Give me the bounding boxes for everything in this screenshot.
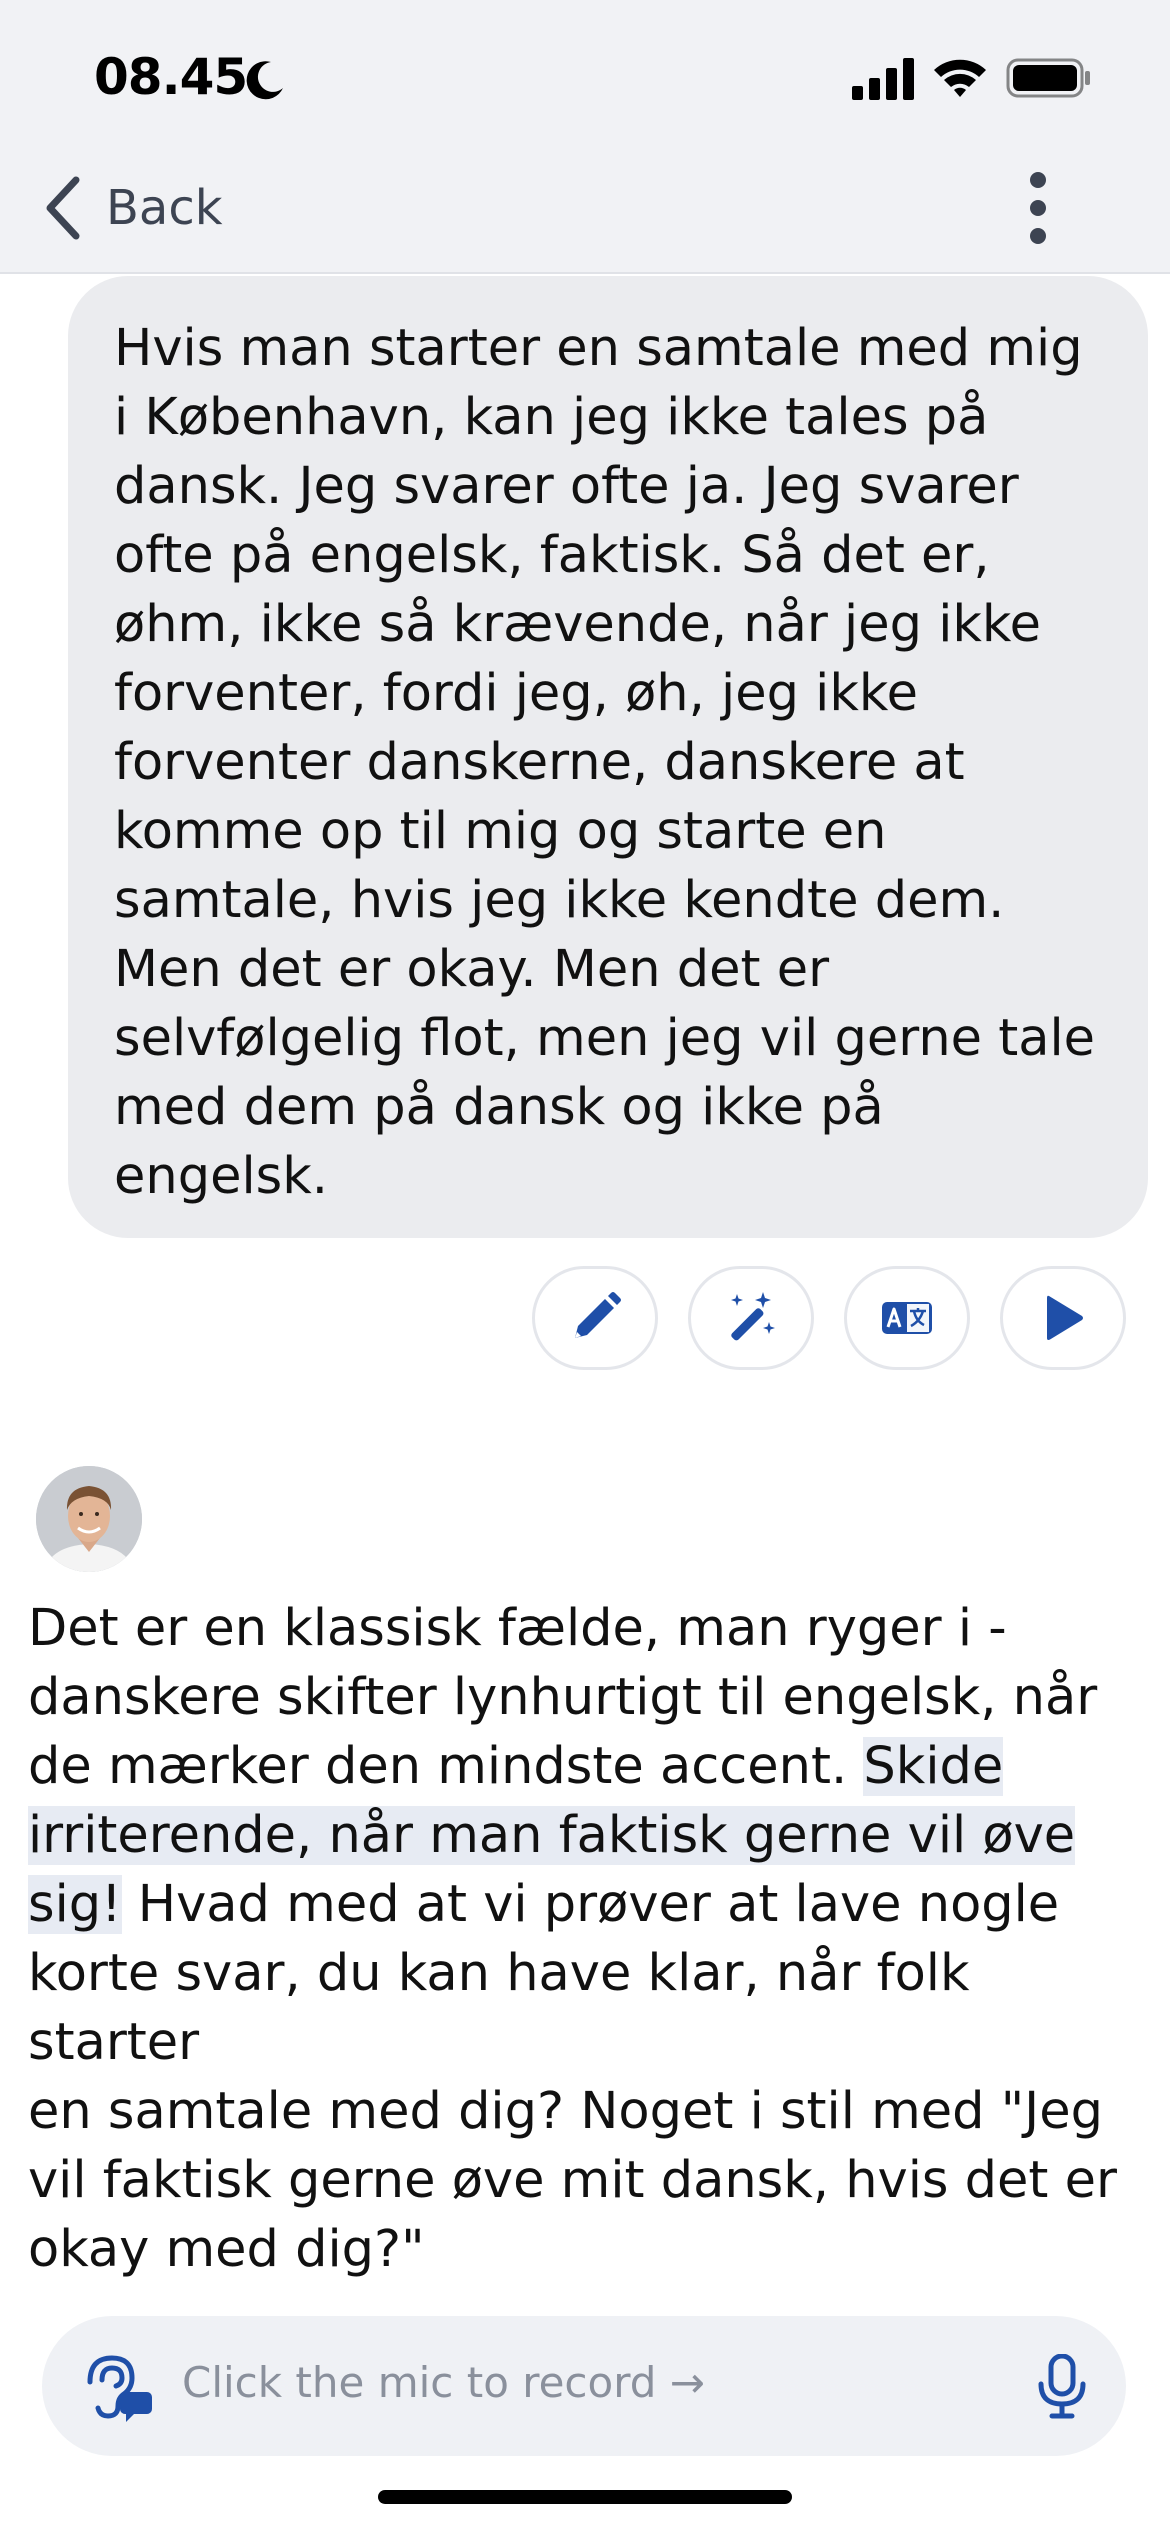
user-message-line: øhm, ikke så krævende, når jeg ikke xyxy=(114,595,1041,654)
translate-button[interactable] xyxy=(844,1266,970,1370)
back-label: Back xyxy=(106,180,223,236)
wifi-icon xyxy=(934,59,986,97)
user-message-line: forventer, fordi jeg, øh, jeg ikke xyxy=(114,664,918,723)
user-message-line: ofte på engelsk, faktisk. Så det er, xyxy=(114,526,990,585)
play-button[interactable] xyxy=(1000,1266,1126,1370)
bot-message-line: danskere skifter lynhurtigt til engelsk,… xyxy=(28,1668,1098,1727)
highlighted-phrase[interactable]: sig! xyxy=(28,1875,122,1934)
user-message-line: komme op til mig og starte en xyxy=(114,802,887,861)
bot-message-text: Det er en klassisk fælde, man ryger i - … xyxy=(28,1594,1142,2284)
edit-button[interactable] xyxy=(532,1266,658,1370)
magic-wand-icon xyxy=(731,1292,775,1341)
bot-message-line: Hvad med at vi prøver at lave nogle xyxy=(121,1875,1060,1934)
moon-icon xyxy=(246,61,283,100)
signal-icon xyxy=(852,58,914,100)
back-button[interactable]: Back xyxy=(40,168,223,248)
user-message-line: forventer danskerne, danskere at xyxy=(114,733,965,792)
pencil-icon xyxy=(575,1292,621,1338)
bot-message-line: korte svar, du kan have klar, når folk s… xyxy=(28,1944,970,2072)
bot-message-line: de mærker den mindste accent. xyxy=(28,1737,864,1796)
play-icon xyxy=(1047,1295,1083,1340)
tutor-avatar xyxy=(36,1466,142,1572)
bot-message-line: okay med dig?" xyxy=(28,2220,425,2279)
microphone-icon[interactable] xyxy=(1032,2354,1092,2420)
record-placeholder: Click the mic to record → xyxy=(182,2358,705,2407)
user-message-line: med dem på dansk og ikke på xyxy=(114,1078,884,1137)
ear-listening-icon xyxy=(87,2355,152,2422)
user-message-bubble: Hvis man starter en samtale med mig i Kø… xyxy=(68,276,1148,1238)
user-message-line: Men det er okay. Men det er xyxy=(114,940,830,999)
record-input-bar[interactable]: Click the mic to record → xyxy=(42,2316,1126,2456)
chevron-left-icon xyxy=(46,176,80,240)
user-message-line: selvfølgelig flot, men jeg vil gerne tal… xyxy=(114,1009,1096,1068)
user-message-line: i København, kan jeg ikke tales på xyxy=(114,388,989,447)
user-message-line: samtale, hvis jeg ikke kendte dem. xyxy=(114,871,1005,930)
user-message-line: dansk. Jeg svarer ofte ja. Jeg svarer xyxy=(114,457,1019,516)
battery-icon xyxy=(1006,58,1090,98)
improve-button[interactable] xyxy=(688,1266,814,1370)
user-message-line: engelsk. xyxy=(114,1147,328,1206)
translate-icon xyxy=(882,1302,932,1334)
bot-message-line: en samtale med dig? Noget i stil med "Je… xyxy=(28,2082,1103,2141)
user-message-text: Hvis man starter en samtale med mig i Kø… xyxy=(114,314,1108,1211)
top-bar: 08.45 Back xyxy=(0,0,1170,274)
highlighted-phrase[interactable]: Skide xyxy=(863,1737,1004,1796)
user-message-line: Hvis man starter en samtale med mig xyxy=(114,319,1083,378)
bot-message-line: Det er en klassisk fælde, man ryger i - xyxy=(28,1599,1007,1658)
highlighted-phrase[interactable]: irriterende, når man faktisk gerne vil ø… xyxy=(28,1806,1076,1865)
bot-message-line: vil faktisk gerne øve mit dansk, hvis de… xyxy=(28,2151,1117,2210)
home-indicator xyxy=(378,2490,792,2504)
status-time: 08.45 xyxy=(94,48,248,106)
more-vertical-icon[interactable] xyxy=(1010,166,1066,250)
